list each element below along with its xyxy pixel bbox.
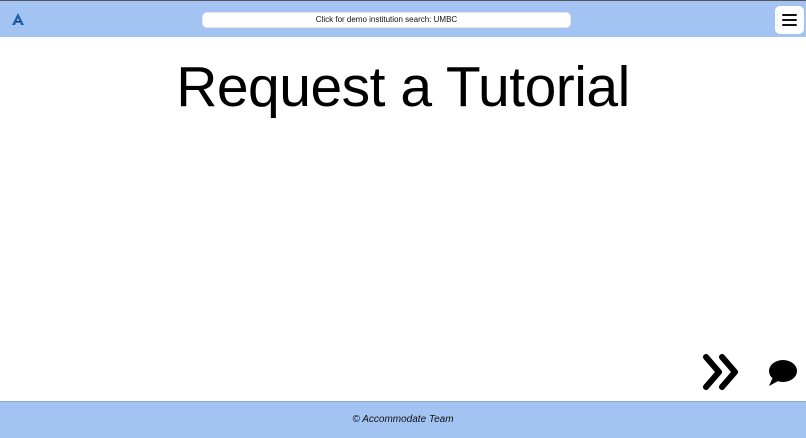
next-button[interactable]	[702, 354, 742, 390]
double-chevron-right-icon	[703, 354, 738, 390]
page-title: Request a Tutorial	[176, 55, 630, 119]
accommodate-logo-icon[interactable]	[11, 12, 25, 26]
demo-institution-search-button[interactable]: Click for demo institution search: UMBC	[202, 12, 571, 28]
hamburger-menu-icon-bar	[782, 19, 797, 21]
footer-copyright: © Accommodate Team	[352, 414, 454, 425]
chat-button[interactable]	[766, 358, 798, 388]
hamburger-menu-icon-bar	[782, 24, 797, 26]
page: Click for demo institution search: UMBC …	[0, 0, 806, 438]
hamburger-menu-icon	[782, 14, 797, 16]
chat-bubble-icon	[769, 360, 797, 386]
hamburger-menu-button[interactable]	[775, 6, 804, 34]
footer: © Accommodate Team	[0, 401, 806, 438]
top-navbar: Click for demo institution search: UMBC	[0, 0, 806, 37]
